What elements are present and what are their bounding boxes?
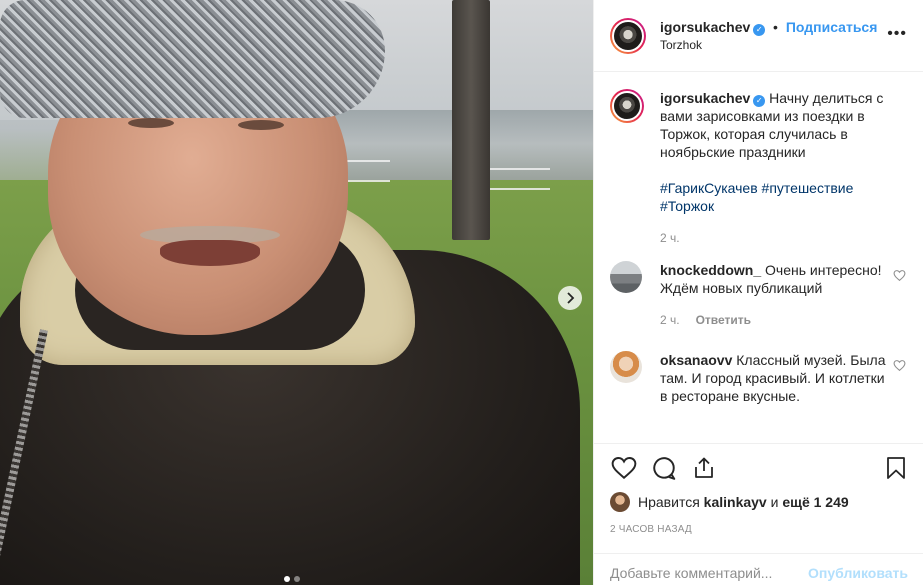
more-options-icon[interactable]: •••: [887, 26, 907, 42]
author-username[interactable]: igorsukachev: [660, 19, 750, 35]
add-comment-bar: Опубликовать: [594, 553, 923, 585]
post-media-video[interactable]: [0, 0, 593, 585]
person-cap: [0, 0, 385, 118]
share-button[interactable]: [690, 454, 718, 482]
speech-bubble-icon: [653, 457, 676, 480]
post-header: igorsukachev ✓ • Подписаться Torzhok •••: [594, 0, 923, 72]
caption-author[interactable]: igorsukachev: [660, 90, 750, 106]
caption: igorsukachev ✓ Начну делиться с вами зари…: [610, 89, 908, 247]
likes-summary: Нравится kalinkayv и ещё 1 249: [610, 492, 908, 512]
liker-username[interactable]: kalinkayv: [704, 494, 767, 510]
bookmark-icon: [887, 457, 905, 479]
likes-connector: и: [770, 494, 779, 510]
caption-hashtags: #ГарикСукачев #путешествие #Торжок: [660, 179, 895, 215]
background-fence: [490, 168, 550, 190]
follow-button[interactable]: Подписаться: [786, 19, 878, 35]
carousel-dot: [294, 576, 300, 582]
commenter-username[interactable]: oksanaovv: [660, 352, 732, 368]
person-eye: [128, 118, 174, 128]
carousel-dot: [284, 576, 290, 582]
comment-input[interactable]: [610, 564, 809, 581]
carousel-indicator: [284, 576, 300, 582]
liker-avatar[interactable]: [610, 492, 630, 512]
post-location[interactable]: Torzhok: [660, 36, 877, 54]
comment-button[interactable]: [650, 454, 678, 482]
post-actions: Нравится kalinkayv и ещё 1 249 2 ЧАСОВ Н…: [594, 443, 923, 535]
like-comment-heart-icon[interactable]: [893, 269, 906, 282]
verified-badge-icon: ✓: [753, 23, 766, 36]
verified-badge-icon: ✓: [753, 95, 766, 107]
hashtag-link[interactable]: #путешествие: [762, 180, 854, 196]
post-timestamp[interactable]: 2 ЧАСОВ НАЗАД: [610, 524, 908, 535]
heart-icon: [611, 457, 637, 480]
hashtag-link[interactable]: #Торжок: [660, 198, 714, 214]
background-tree: [452, 0, 490, 240]
commenter-username[interactable]: knockeddown_: [660, 262, 761, 278]
caption-time[interactable]: 2 ч.: [660, 229, 680, 247]
hashtag-link[interactable]: #ГарикСукачев: [660, 180, 758, 196]
person-eye: [238, 120, 284, 130]
save-button[interactable]: [882, 454, 910, 482]
commenter-avatar[interactable]: [610, 261, 642, 293]
person-mouth: [160, 240, 260, 266]
reply-button[interactable]: Ответить: [696, 311, 751, 329]
caption-avatar[interactable]: [610, 89, 644, 123]
post-side-panel: igorsukachev ✓ • Подписаться Torzhok ••• …: [593, 0, 923, 585]
like-button[interactable]: [610, 454, 638, 482]
share-icon: [695, 457, 713, 478]
like-comment-heart-icon[interactable]: [893, 359, 906, 372]
comment-item: oksanaovv Классный музей. Была там. И го…: [610, 351, 908, 405]
comment-time[interactable]: 2 ч.: [660, 311, 680, 329]
post-comment-button[interactable]: Опубликовать: [808, 565, 908, 581]
likes-count[interactable]: ещё 1 249: [782, 494, 848, 510]
likes-prefix: Нравится: [638, 494, 700, 510]
author-avatar[interactable]: [610, 17, 646, 54]
carousel-next-button[interactable]: [558, 286, 582, 310]
comment-item: knockeddown_ Очень интересно! Ждём новых…: [610, 261, 908, 329]
commenter-avatar[interactable]: [610, 351, 642, 383]
chevron-right-icon: [567, 292, 575, 304]
comments-list[interactable]: igorsukachev ✓ Начну делиться с вами зари…: [594, 73, 923, 443]
